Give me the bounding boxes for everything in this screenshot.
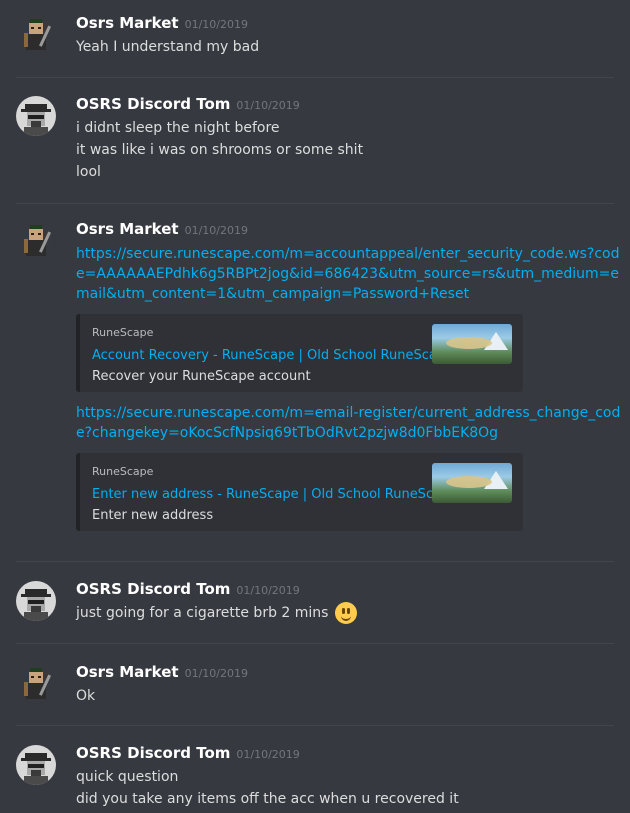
chat-messages: Osrs Market 01/10/2019 Yeah I understand … bbox=[0, 0, 630, 813]
message-header: OSRS Discord Tom 01/10/2019 bbox=[76, 579, 300, 599]
timestamp: 01/10/2019 bbox=[184, 667, 248, 680]
message-divider bbox=[16, 725, 614, 726]
market-avatar-icon[interactable] bbox=[16, 664, 56, 704]
timestamp: 01/10/2019 bbox=[236, 748, 300, 761]
tom-avatar-icon[interactable] bbox=[16, 745, 56, 785]
message-content: Ok bbox=[76, 685, 621, 707]
message-content: just going for a cigarette brb 2 mins bbox=[76, 602, 621, 624]
message-header: OSRS Discord Tom 01/10/2019 bbox=[76, 94, 300, 114]
message-text: Ok bbox=[76, 688, 96, 704]
message-text: Yeah I understand my bad bbox=[76, 39, 260, 55]
message-text: it was like i was on shrooms or some shi… bbox=[76, 142, 364, 158]
message-divider bbox=[16, 643, 614, 644]
message-text-row: just going for a cigarette brb 2 mins bbox=[76, 602, 621, 624]
message-text: did you take any items off the acc when … bbox=[76, 791, 459, 807]
message-divider bbox=[16, 77, 614, 78]
embed-thumbnail-image[interactable] bbox=[432, 463, 512, 503]
message-header: Osrs Market 01/10/2019 bbox=[76, 13, 248, 33]
author-name[interactable]: OSRS Discord Tom bbox=[76, 744, 230, 762]
link-embed: RuneScape Account Recovery - RuneScape |… bbox=[76, 314, 523, 392]
embed-title-link[interactable]: Enter new address - RuneScape | Old Scho… bbox=[92, 487, 457, 502]
market-avatar-icon[interactable] bbox=[16, 15, 56, 55]
link-embed: RuneScape Enter new address - RuneScape … bbox=[76, 453, 523, 531]
message-content: i didnt sleep the night before it was li… bbox=[76, 117, 621, 183]
message-text: lool bbox=[76, 164, 101, 180]
author-name[interactable]: OSRS Discord Tom bbox=[76, 95, 230, 113]
embed-description: Recover your RuneScape account bbox=[92, 369, 311, 384]
embed-description: Enter new address bbox=[92, 508, 214, 523]
tom-avatar-icon[interactable] bbox=[16, 581, 56, 621]
market-avatar-icon[interactable] bbox=[16, 221, 56, 261]
embed-title-link[interactable]: Account Recovery - RuneScape | Old Schoo… bbox=[92, 348, 453, 363]
message-text: quick question bbox=[76, 769, 179, 785]
timestamp: 01/10/2019 bbox=[236, 99, 300, 112]
message-header: OSRS Discord Tom 01/10/2019 bbox=[76, 743, 300, 763]
message-content: https://secure.runescape.com/m=accountap… bbox=[76, 244, 621, 531]
message-divider bbox=[16, 561, 614, 562]
smiley-emoji-icon[interactable] bbox=[334, 602, 357, 624]
timestamp: 01/10/2019 bbox=[236, 584, 300, 597]
message-link[interactable]: https://secure.runescape.com/m=accountap… bbox=[76, 244, 621, 304]
message-header: Osrs Market 01/10/2019 bbox=[76, 662, 248, 682]
timestamp: 01/10/2019 bbox=[184, 18, 248, 31]
embed-provider[interactable]: RuneScape bbox=[92, 326, 153, 339]
message-divider bbox=[16, 203, 614, 204]
author-name[interactable]: OSRS Discord Tom bbox=[76, 580, 230, 598]
message-link[interactable]: https://secure.runescape.com/m=email-reg… bbox=[76, 403, 621, 443]
timestamp: 01/10/2019 bbox=[184, 224, 248, 237]
message-content: quick question did you take any items of… bbox=[76, 766, 621, 810]
author-name[interactable]: Osrs Market bbox=[76, 14, 179, 32]
message-text: i didnt sleep the night before bbox=[76, 120, 280, 136]
embed-thumbnail-image[interactable] bbox=[432, 324, 512, 364]
author-name[interactable]: Osrs Market bbox=[76, 220, 179, 238]
embed-provider[interactable]: RuneScape bbox=[92, 465, 153, 478]
message-header: Osrs Market 01/10/2019 bbox=[76, 219, 248, 239]
author-name[interactable]: Osrs Market bbox=[76, 663, 179, 681]
message-text: just going for a cigarette brb 2 mins bbox=[76, 605, 329, 621]
message-content: Yeah I understand my bad bbox=[76, 36, 621, 58]
tom-avatar-icon[interactable] bbox=[16, 96, 56, 136]
